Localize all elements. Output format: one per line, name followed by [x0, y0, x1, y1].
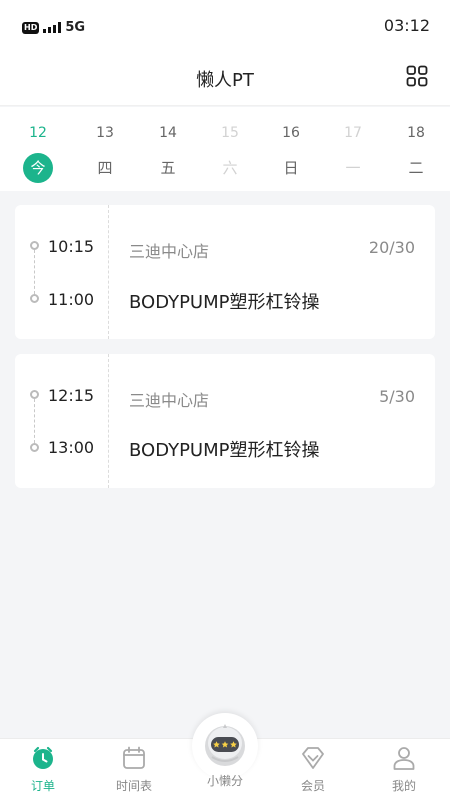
course-name: BODYPUMP塑形杠铃操: [129, 292, 320, 313]
tab-orders[interactable]: 订单: [8, 745, 78, 794]
date-weekday: 今: [23, 153, 53, 183]
class-card[interactable]: 10:15 11:00 三迪中心店 20/30 BODYPUMP塑形杠铃操: [15, 205, 435, 339]
date-number: 16: [282, 125, 300, 141]
robot-mascot-icon: [205, 724, 245, 766]
store-name: 三迪中心店: [129, 391, 210, 410]
tab-label: 会员: [300, 779, 325, 793]
date-weekday: 四: [97, 159, 113, 177]
date-item[interactable]: 18 二: [391, 125, 441, 183]
date-number: 13: [96, 125, 114, 141]
date-number: 14: [159, 125, 177, 141]
hd-badge: HD: [22, 21, 40, 34]
date-number: 18: [407, 125, 425, 141]
date-item[interactable]: 17 一: [328, 125, 378, 183]
tab-profile[interactable]: 我的: [369, 745, 439, 794]
signal-icon: [43, 22, 62, 33]
class-start-time: 12:15: [48, 386, 95, 405]
grid-menu-icon[interactable]: [406, 65, 428, 87]
nav-bar: 懒人PT: [0, 50, 450, 106]
class-end-time: 13:00: [48, 438, 95, 457]
date-weekday: 日: [283, 159, 299, 177]
timeline-line: [34, 250, 35, 294]
diamond-icon: [302, 747, 324, 769]
date-weekday: 一: [345, 159, 361, 177]
date-item[interactable]: 16 日: [266, 125, 316, 183]
course-name: BODYPUMP塑形杠铃操: [129, 440, 320, 461]
tab-label: 我的: [391, 779, 416, 793]
card-divider: [108, 205, 109, 339]
tab-points[interactable]: 小懒分: [190, 713, 260, 800]
class-end-time: 11:00: [48, 290, 95, 309]
tab-label: 小懒分: [206, 774, 243, 788]
date-weekday: 六: [222, 159, 238, 177]
timeline-line: [34, 399, 35, 443]
store-name: 三迪中心店: [129, 242, 210, 261]
class-card[interactable]: 12:15 13:00 三迪中心店 5/30 BODYPUMP塑形杠铃操: [15, 354, 435, 488]
network-indicator: HD 5G: [22, 20, 85, 35]
class-start-time: 10:15: [48, 237, 95, 256]
date-number: 15: [221, 125, 239, 141]
card-divider: [108, 354, 109, 488]
tab-schedule[interactable]: 时间表: [99, 745, 169, 794]
booking-count: 20/30: [368, 238, 415, 257]
date-number: 17: [344, 125, 362, 141]
status-time: 03:12: [383, 16, 430, 35]
date-weekday: 二: [408, 159, 424, 177]
date-weekday: 五: [160, 159, 176, 177]
center-bubble: [192, 713, 258, 779]
timeline-start-dot: [30, 241, 39, 250]
date-number: 12: [29, 125, 47, 141]
user-icon: [393, 747, 415, 770]
tab-membership[interactable]: 会员: [278, 745, 348, 794]
date-selector: 12 今 13 四 14 五 15 六 16 日 17 一 18 二: [0, 107, 450, 191]
tab-label: 订单: [30, 779, 55, 793]
tab-label: 时间表: [115, 779, 152, 793]
date-item[interactable]: 12 今: [13, 125, 63, 183]
status-bar: HD 5G 03:12: [0, 0, 450, 50]
date-item[interactable]: 15 六: [205, 125, 255, 183]
clock-icon: [33, 746, 53, 769]
timeline-start-dot: [30, 390, 39, 399]
network-type: 5G: [65, 20, 86, 35]
date-item[interactable]: 13 四: [80, 125, 130, 183]
timeline-end-dot: [30, 443, 39, 452]
page-title: 懒人PT: [196, 70, 254, 91]
timeline-end-dot: [30, 294, 39, 303]
calendar-icon: [123, 746, 145, 769]
date-item[interactable]: 14 五: [143, 125, 193, 183]
booking-count: 5/30: [379, 387, 415, 406]
